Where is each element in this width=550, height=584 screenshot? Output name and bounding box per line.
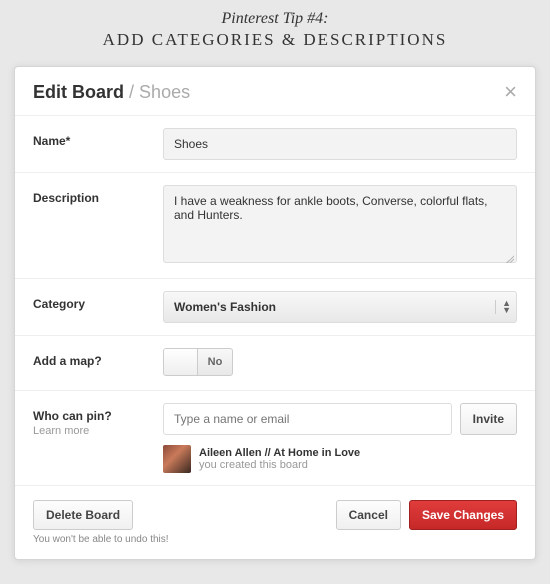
modal-title: Edit Board / Shoes [33,82,190,103]
modal-title-separator: / [129,82,139,102]
resize-grip-icon[interactable] [506,255,514,263]
avatar [163,445,191,473]
collaborator-subtext: you created this board [199,459,360,471]
collaborator-name: Aileen Allen // At Home in Love [199,447,360,459]
delete-warning: You won't be able to undo this! [33,534,169,545]
modal-title-prefix: Edit Board [33,82,124,102]
edit-board-modal: Edit Board / Shoes × Name* Description C… [14,66,536,560]
map-toggle[interactable]: No [163,348,233,376]
modal-title-board: Shoes [139,82,190,102]
tip-number: Pinterest Tip #4: [0,10,550,28]
toggle-no-label: No [198,349,232,375]
name-input[interactable] [163,128,517,160]
delete-board-button[interactable]: Delete Board [33,500,133,530]
cancel-button[interactable]: Cancel [336,500,401,530]
map-label: Add a map? [33,348,163,378]
category-label: Category [33,291,163,323]
description-textarea[interactable] [163,185,517,263]
tip-title: ADD CATEGORIES & DESCRIPTIONS [0,30,550,50]
description-label: Description [33,185,163,266]
who-can-pin-label: Who can pin? Learn more [33,403,163,473]
category-select[interactable]: Women's Fashion [163,291,517,323]
toggle-knob [164,349,198,375]
name-label: Name* [33,128,163,160]
close-icon[interactable]: × [504,81,517,103]
invite-button[interactable]: Invite [460,403,517,435]
select-arrows-icon: ▲▼ [495,300,511,314]
learn-more-link[interactable]: Learn more [33,425,163,437]
invite-input[interactable] [163,403,452,435]
save-changes-button[interactable]: Save Changes [409,500,517,530]
